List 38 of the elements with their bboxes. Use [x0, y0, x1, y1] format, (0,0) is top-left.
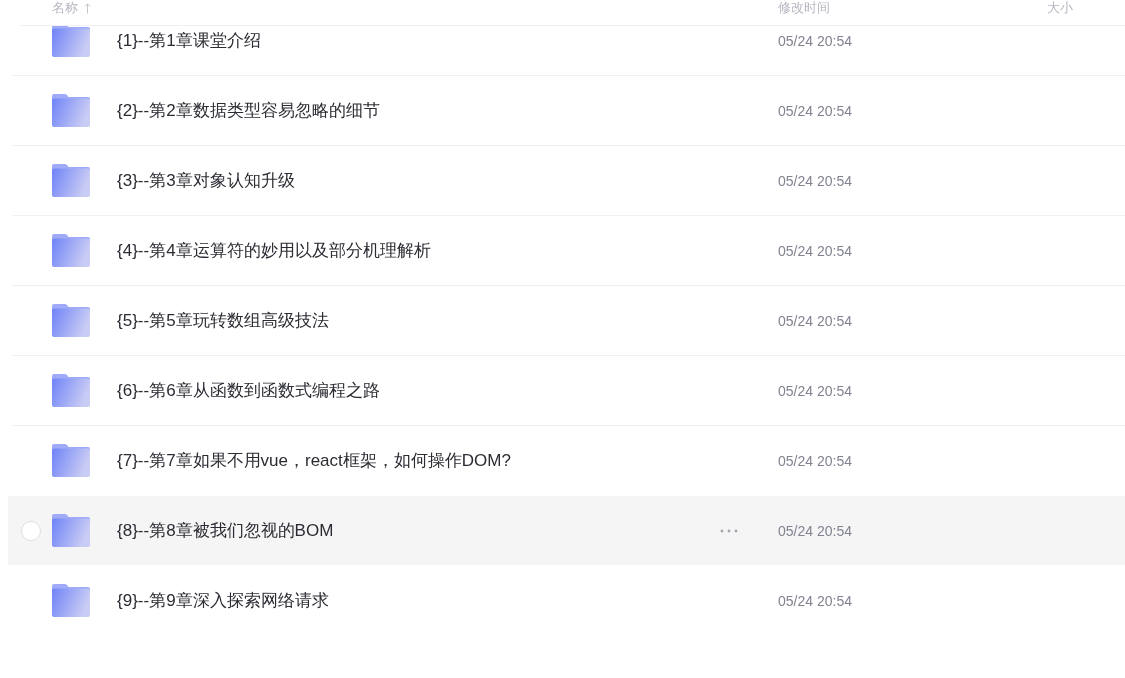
modified-time: 05/24 20:54: [778, 382, 852, 399]
folder-name: {1}--第1章课堂介绍: [117, 30, 261, 52]
more-icon[interactable]: [720, 528, 738, 533]
folder-icon: [52, 584, 90, 617]
folder-row[interactable]: {5}--第5章玩转数组高级技法 05/24 20:54: [8, 286, 1125, 355]
modified-time: 05/24 20:54: [778, 592, 852, 609]
folder-name: {9}--第9章深入探索网络请求: [117, 590, 329, 612]
folder-name: {7}--第7章如果不用vue，react框架，如何操作DOM?: [117, 450, 511, 472]
folder-row[interactable]: {6}--第6章从函数到函数式编程之路 05/24 20:54: [8, 356, 1125, 425]
folder-name: {8}--第8章被我们忽视的BOM: [117, 520, 334, 542]
folder-icon: [52, 234, 90, 267]
folder-row[interactable]: {9}--第9章深入探索网络请求 05/24 20:54: [8, 566, 1125, 635]
checkbox[interactable]: [21, 520, 41, 541]
folder-name: {4}--第4章运算符的妙用以及部分机理解析: [117, 240, 431, 262]
modified-time: 05/24 20:54: [778, 312, 852, 329]
folder-row[interactable]: {7}--第7章如果不用vue，react框架，如何操作DOM? 05/24 20:54: [8, 426, 1125, 495]
folder-icon: [52, 514, 90, 547]
folder-icon: [52, 164, 90, 197]
folder-row[interactable]: {1}--第1章课堂介绍 05/24 20:54: [8, 26, 1125, 75]
modified-time: 05/24 20:54: [778, 32, 852, 49]
folder-row[interactable]: {3}--第3章对象认知升级 05/24 20:54: [8, 146, 1125, 215]
folder-name: {2}--第2章数据类型容易忽略的细节: [117, 100, 380, 122]
modified-time: 05/24 20:54: [778, 452, 852, 469]
folder-icon: [52, 94, 90, 127]
folder-icon: [52, 444, 90, 477]
folder-icon: [52, 26, 90, 57]
folder-row[interactable]: {2}--第2章数据类型容易忽略的细节 05/24 20:54: [8, 76, 1125, 145]
folder-name: {6}--第6章从函数到函数式编程之路: [117, 380, 380, 402]
folder-row[interactable]: {8}--第8章被我们忽视的BOM 05/24 20:54: [8, 496, 1125, 565]
modified-time: 05/24 20:54: [778, 242, 852, 259]
folder-icon: [52, 374, 90, 407]
modified-time: 05/24 20:54: [778, 172, 852, 189]
modified-time: 05/24 20:54: [778, 102, 852, 119]
folder-name: {5}--第5章玩转数组高级技法: [117, 310, 329, 332]
modified-time: 05/24 20:54: [778, 522, 852, 539]
folder-name: {3}--第3章对象认知升级: [117, 170, 295, 192]
folder-row[interactable]: {4}--第4章运算符的妙用以及部分机理解析 05/24 20:54: [8, 216, 1125, 285]
folder-icon: [52, 304, 90, 337]
